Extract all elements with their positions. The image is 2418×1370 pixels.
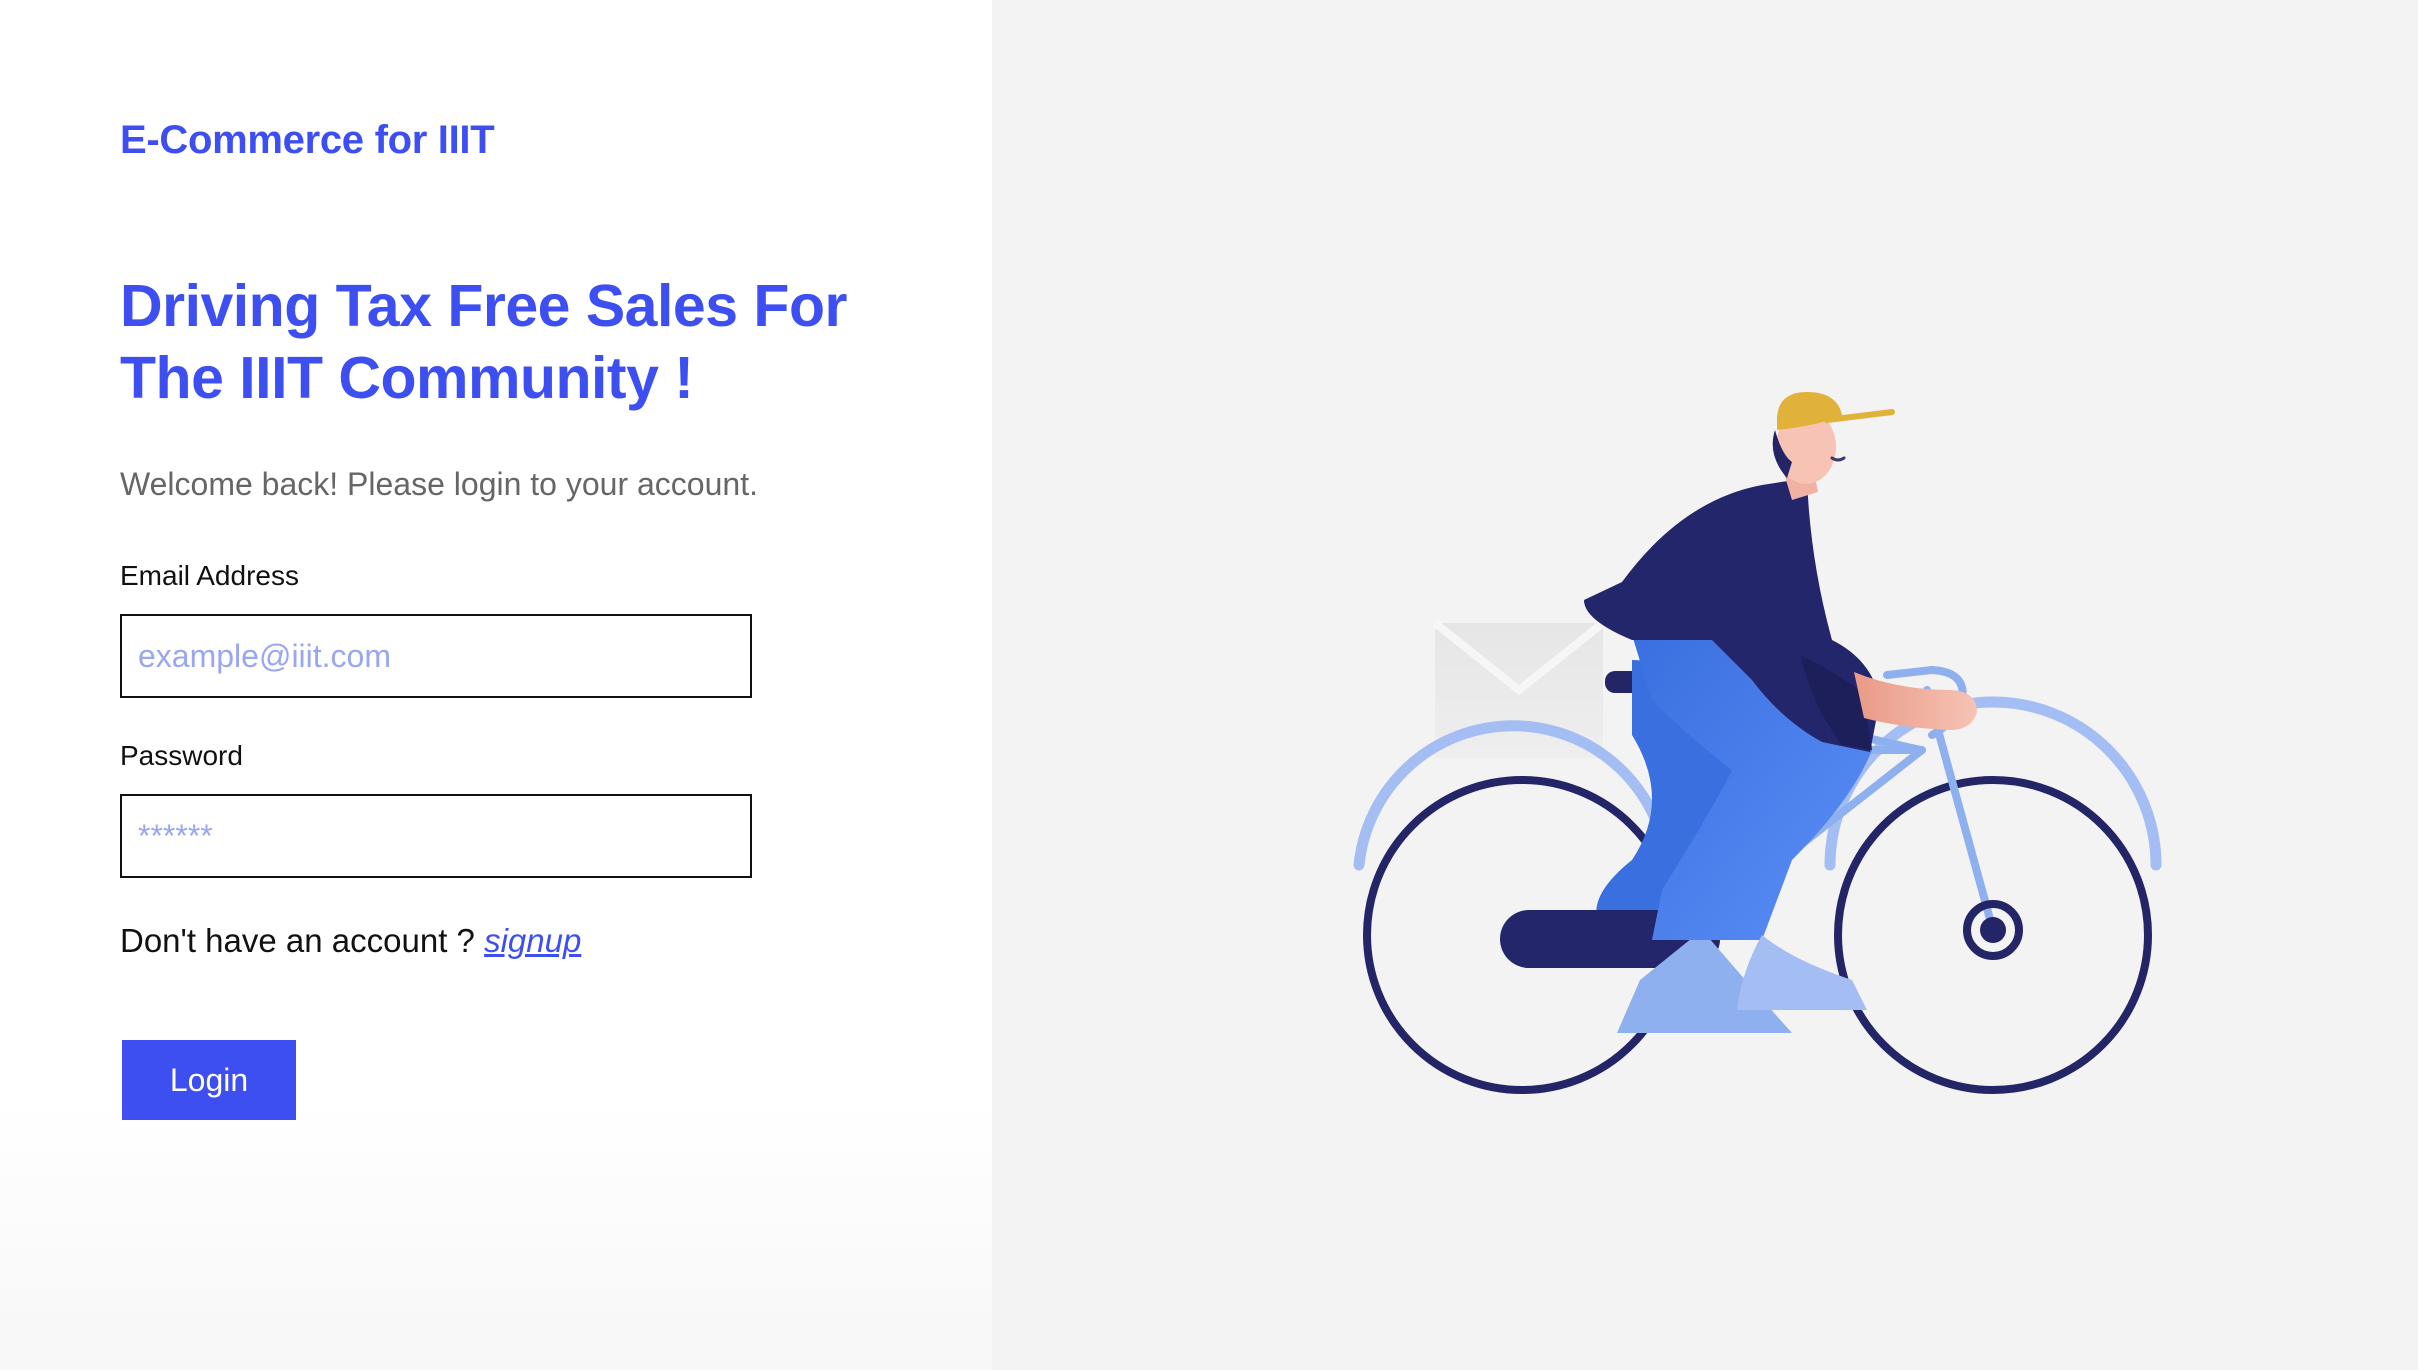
brand-logo-text[interactable]: E-Commerce for IIIT: [120, 118, 495, 163]
page-headline: Driving Tax Free Sales For The IIIT Comm…: [120, 270, 900, 414]
cyclist-illustration: [1353, 392, 2162, 1094]
signup-link[interactable]: signup: [484, 922, 581, 959]
login-button[interactable]: Login: [122, 1040, 296, 1120]
illustration-panel: [992, 0, 2418, 1370]
headline-line-1: Driving Tax Free Sales For: [120, 273, 847, 339]
password-input[interactable]: [120, 794, 752, 878]
signup-prompt: Don't have an account ? signup: [120, 922, 581, 960]
welcome-subtitle: Welcome back! Please login to your accou…: [120, 466, 758, 502]
front-wheel: [1824, 696, 2162, 1094]
login-panel: E-Commerce for IIIT Driving Tax Free Sal…: [0, 0, 992, 1370]
signup-prompt-text: Don't have an account ?: [120, 922, 475, 959]
pedal-gear: [1963, 900, 2023, 960]
rider-head: [1772, 392, 1895, 500]
headline-line-2: The IIIT Community !: [120, 345, 694, 411]
email-label: Email Address: [120, 560, 299, 591]
password-label: Password: [120, 740, 243, 771]
email-input[interactable]: [120, 614, 752, 698]
